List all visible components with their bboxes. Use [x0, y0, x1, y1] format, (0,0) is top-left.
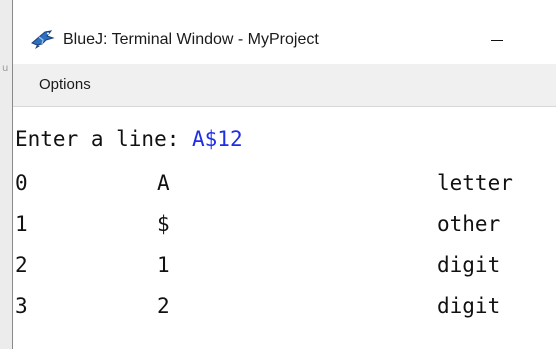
output-row: 1 $ other: [13, 210, 556, 246]
output-row: 0 A letter: [13, 169, 556, 205]
char-value: 1: [157, 253, 170, 277]
title-bar[interactable]: BlueJ: Terminal Window - MyProject: [13, 0, 556, 64]
char-index: 3: [15, 294, 28, 318]
char-value: A: [157, 171, 170, 195]
user-input-text: A$12: [192, 127, 243, 151]
prompt-line: Enter a line: A$12: [15, 125, 243, 153]
char-type: other: [437, 212, 501, 236]
menu-bar: Options: [13, 64, 556, 106]
minimize-button[interactable]: [481, 22, 529, 56]
menu-options[interactable]: Options: [33, 73, 97, 97]
char-type: digit: [437, 253, 501, 277]
char-value: 2: [157, 294, 170, 318]
bluej-bird-icon: [29, 29, 55, 51]
terminal-output[interactable]: Enter a line: A$12 0 A letter 1 $ other …: [13, 106, 556, 349]
background-window-edge: u: [0, 0, 12, 349]
prompt-text: Enter a line:: [15, 127, 193, 151]
terminal-window: BlueJ: Terminal Window - MyProject Optio…: [12, 0, 556, 349]
char-index: 1: [15, 212, 28, 236]
window-title: BlueJ: Terminal Window - MyProject: [63, 31, 319, 48]
char-index: 2: [15, 253, 28, 277]
minimize-icon: [491, 40, 503, 41]
output-row: 3 2 digit: [13, 292, 556, 328]
char-value: $: [157, 212, 170, 236]
output-row: 2 1 digit: [13, 251, 556, 287]
char-type: digit: [437, 294, 501, 318]
char-type: letter: [437, 171, 513, 195]
char-index: 0: [15, 171, 28, 195]
background-window-mark: u: [2, 63, 9, 74]
